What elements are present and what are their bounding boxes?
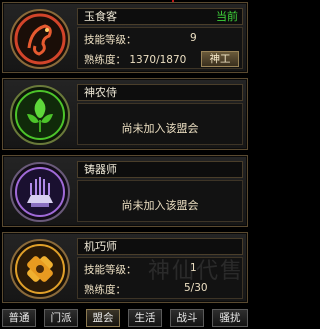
skill-level-label: 技能等级： bbox=[84, 34, 137, 46]
leaf-emblem-icon bbox=[9, 84, 71, 146]
skill-card-shennongshi[interactable]: 神农侍 尚未加入该盟会 bbox=[2, 78, 248, 150]
proficiency-label: 熟练度： bbox=[84, 54, 126, 66]
skill-name: 神农侍 bbox=[84, 86, 117, 99]
skill-level-row: 技能等级： 1 bbox=[84, 262, 197, 277]
proficiency-value: 1370/1870 bbox=[129, 54, 187, 66]
gear-emblem-icon bbox=[9, 238, 71, 300]
title-button[interactable]: 神工 bbox=[201, 51, 239, 67]
tab-guild[interactable]: 盟会 bbox=[86, 309, 120, 327]
proficiency-label: 熟练度： bbox=[84, 284, 126, 296]
skill-card-yushike[interactable]: 玉食客 当前 技能等级： 9 熟练度： 1370/1870 神工 bbox=[2, 2, 248, 73]
current-tag: 当前 bbox=[216, 10, 238, 23]
skill-name: 铸器师 bbox=[84, 163, 117, 176]
tab-sect[interactable]: 门派 bbox=[44, 309, 78, 327]
forge-emblem-icon bbox=[9, 161, 71, 223]
skill-name-bar: 神农侍 bbox=[77, 84, 243, 101]
skill-name-bar: 铸器师 bbox=[77, 161, 243, 178]
not-joined-text: 尚未加入该盟会 bbox=[121, 199, 199, 212]
skill-name: 机巧师 bbox=[84, 240, 117, 253]
skill-info-box: 尚未加入该盟会 bbox=[77, 180, 243, 222]
chat-channel-tabs: 普通 门派 盟会 生活 战斗 骚扰 bbox=[0, 307, 250, 329]
proficiency-row: 熟练度： 1370/1870 bbox=[84, 52, 186, 67]
skill-card-zhuqishi[interactable]: 铸器师 尚未加入该盟会 bbox=[2, 155, 248, 227]
tab-combat[interactable]: 战斗 bbox=[170, 309, 204, 327]
watermark: 神仙代售 bbox=[147, 259, 244, 284]
not-joined-text: 尚未加入该盟会 bbox=[121, 122, 199, 135]
skill-level-label: 技能等级： bbox=[84, 264, 137, 276]
skill-level-row: 技能等级： 9 bbox=[84, 32, 197, 47]
skill-level-value: 9 bbox=[190, 32, 197, 44]
tab-harass[interactable]: 骚扰 bbox=[212, 309, 248, 327]
proficiency-row: 熟练度： 5/30 bbox=[84, 282, 208, 297]
skill-info-box: 技能等级： 9 熟练度： 1370/1870 神工 bbox=[77, 27, 243, 69]
skill-info-box: 尚未加入该盟会 bbox=[77, 103, 243, 145]
tab-normal[interactable]: 普通 bbox=[2, 309, 36, 327]
skill-name-bar: 玉食客 当前 bbox=[77, 8, 243, 25]
skill-name: 玉食客 bbox=[84, 10, 117, 23]
tab-life[interactable]: 生活 bbox=[128, 309, 162, 327]
dragon-emblem-icon bbox=[9, 8, 71, 70]
